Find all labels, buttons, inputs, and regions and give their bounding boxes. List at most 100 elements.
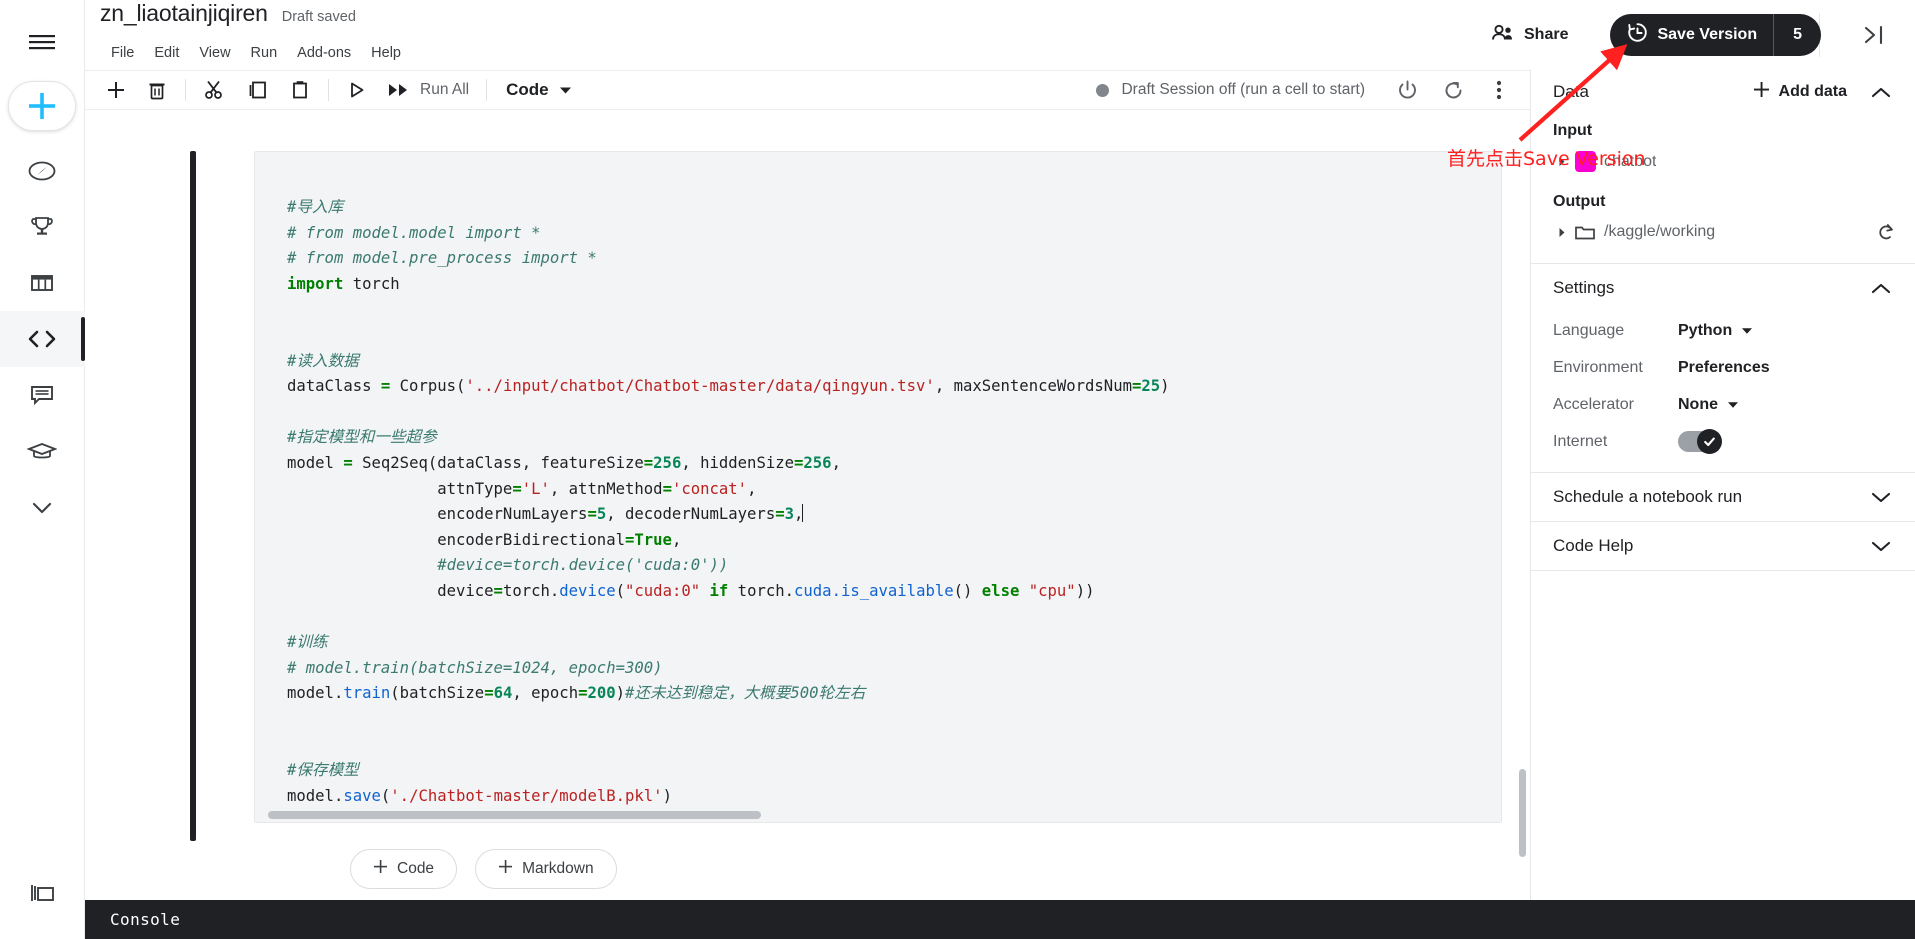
- menu-run[interactable]: Run: [241, 42, 288, 64]
- cut-icon[interactable]: [197, 74, 231, 106]
- restart-icon[interactable]: [1436, 74, 1470, 106]
- save-version-main[interactable]: Save Version: [1610, 14, 1773, 56]
- refresh-icon[interactable]: [1873, 222, 1899, 242]
- code-token: # model.train(batchSize=1024, epoch=300): [287, 658, 663, 677]
- copy-icon[interactable]: [240, 74, 274, 106]
- cell-selection-bar: [190, 151, 196, 841]
- code-token: import: [287, 274, 344, 293]
- notebook-vscrollbar-thumb[interactable]: [1519, 769, 1526, 857]
- code-brackets-icon[interactable]: [0, 311, 85, 367]
- history-clock-icon: [1627, 22, 1648, 48]
- settings-section-header: Settings: [1531, 264, 1915, 312]
- run-all-label[interactable]: Run All: [420, 81, 469, 99]
- share-button[interactable]: Share: [1477, 15, 1582, 56]
- discussion-icon[interactable]: [13, 367, 71, 423]
- menu-help[interactable]: Help: [361, 42, 411, 64]
- code-token: 64: [493, 684, 513, 703]
- more-vertical-icon[interactable]: [1482, 74, 1516, 106]
- collapse-panel-icon[interactable]: [1855, 15, 1895, 55]
- graduation-cap-icon[interactable]: [13, 423, 71, 479]
- language-dropdown[interactable]: Python: [1678, 322, 1753, 340]
- code-token: , decoderNumLayers: [606, 505, 776, 524]
- code-help-title: Code Help: [1553, 536, 1634, 555]
- code-token: )): [1075, 581, 1095, 600]
- caret-right-icon[interactable]: [1553, 156, 1571, 167]
- code-token: Corpus(: [390, 377, 466, 396]
- save-version-button[interactable]: Save Version 5: [1610, 14, 1821, 56]
- menu-add-ons[interactable]: Add-ons: [287, 42, 361, 64]
- code-line: device=torch.device("cuda:0" if torch.cu…: [287, 579, 1501, 605]
- text-cursor: [802, 504, 804, 523]
- add-markdown-cell-button[interactable]: Markdown: [475, 849, 617, 889]
- settings-section: Settings Language Python Environment Pre…: [1531, 264, 1915, 473]
- chevron-up-icon[interactable]: [1869, 276, 1893, 300]
- create-icon[interactable]: [8, 81, 76, 131]
- code-token: train: [343, 684, 391, 703]
- console-bar[interactable]: Console: [85, 900, 1915, 939]
- code-editor-content[interactable]: #导入库 # from model.model import * # from mo…: [255, 152, 1501, 809]
- run-all-icon[interactable]: [384, 74, 414, 106]
- delete-cell-icon[interactable]: [140, 74, 174, 106]
- compass-icon[interactable]: [13, 143, 71, 199]
- save-version-label: Save Version: [1657, 26, 1758, 43]
- save-version-count[interactable]: 5: [1774, 14, 1821, 56]
- add-code-cell-label: Code: [397, 860, 435, 877]
- chevron-up-icon[interactable]: [1869, 80, 1893, 104]
- setting-row-language: Language Python: [1531, 312, 1915, 349]
- code-help-toggle[interactable]: Code Help: [1531, 522, 1915, 570]
- toolbar-divider-2: [328, 79, 329, 101]
- table-icon[interactable]: [13, 255, 71, 311]
- environment-preferences-link[interactable]: Preferences: [1678, 359, 1770, 377]
- power-icon[interactable]: [1390, 74, 1424, 106]
- code-token: ,: [747, 479, 757, 498]
- code-cell-hscrollbar-thumb[interactable]: [268, 811, 761, 819]
- add-data-button[interactable]: Add data: [1753, 81, 1847, 103]
- accelerator-dropdown[interactable]: None: [1678, 396, 1739, 414]
- data-input-item-chatbot[interactable]: chatbot: [1531, 144, 1915, 179]
- run-icon[interactable]: [340, 74, 374, 106]
- internet-toggle[interactable]: [1678, 429, 1722, 454]
- code-cell[interactable]: #导入库 # from model.model import * # from mo…: [254, 151, 1502, 823]
- menu-icon[interactable]: [20, 25, 64, 59]
- chevron-down-icon[interactable]: [13, 479, 71, 535]
- code-token: =: [643, 453, 654, 472]
- cell-type-dropdown[interactable]: Code: [506, 80, 572, 100]
- your-work-rail-bottom: [0, 865, 85, 921]
- trophy-icon[interactable]: [13, 199, 71, 255]
- notebook-header: zn_liaotainjiqiren Draft saved File Edit…: [85, 0, 1915, 70]
- add-cell-icon[interactable]: [99, 74, 133, 106]
- code-line: import torch: [287, 272, 1501, 298]
- check-icon: [1697, 429, 1722, 454]
- chevron-down-icon: [1727, 396, 1739, 414]
- chevron-down-icon: [559, 80, 572, 100]
- code-token: #导入库: [287, 198, 344, 216]
- caret-right-icon[interactable]: [1553, 227, 1571, 238]
- code-token: torch.: [502, 581, 560, 600]
- layers-icon[interactable]: [14, 865, 72, 921]
- schedule-notebook-run-section: Schedule a notebook run: [1531, 473, 1915, 522]
- chevron-down-icon: [1869, 485, 1893, 509]
- page-title[interactable]: zn_liaotainjiqiren: [100, 0, 268, 27]
- code-token: torch: [343, 274, 400, 293]
- code-token: attnType: [287, 479, 513, 498]
- menu-view[interactable]: View: [189, 42, 240, 64]
- code-token: #device=torch.device('cuda:0')): [287, 556, 729, 575]
- plus-icon: [498, 859, 513, 879]
- menu-edit[interactable]: Edit: [144, 42, 189, 64]
- share-label: Share: [1524, 26, 1569, 43]
- code-token: if: [709, 581, 729, 600]
- menu-file[interactable]: File: [101, 42, 144, 64]
- schedule-notebook-run-toggle[interactable]: Schedule a notebook run: [1531, 473, 1915, 521]
- code-token: #还未达到稳定，大概要500轮左右: [625, 684, 866, 703]
- add-code-cell-button[interactable]: Code: [350, 849, 458, 889]
- title-row: zn_liaotainjiqiren Draft saved: [100, 0, 356, 27]
- status-dot-icon: [1096, 83, 1110, 97]
- code-token: , maxSentenceWordsNum: [934, 377, 1132, 396]
- code-token: device: [287, 581, 494, 600]
- paste-icon[interactable]: [283, 74, 317, 106]
- data-output-item-working[interactable]: /kaggle/working: [1531, 215, 1915, 249]
- code-token: 'concat': [671, 479, 748, 498]
- code-token: "cpu": [1028, 581, 1076, 600]
